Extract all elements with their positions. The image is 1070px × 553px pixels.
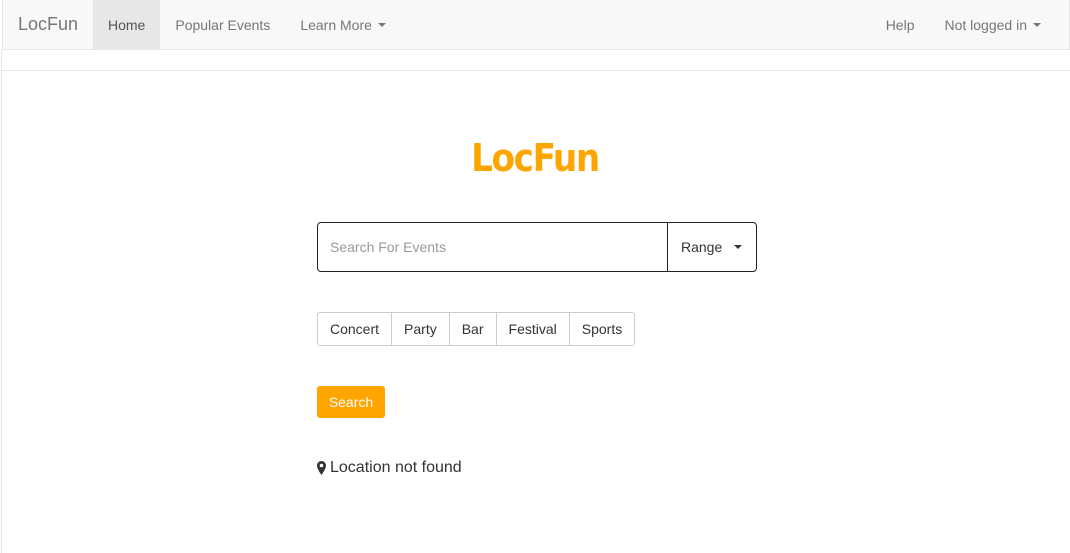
category-button-group: Concert Party Bar Festival Sports [317,312,636,346]
category-button-sports[interactable]: Sports [568,312,636,346]
top-navbar: LocFun Home Popular Events Learn More He… [2,0,1070,50]
nav-item-help[interactable]: Help [871,0,930,49]
chevron-down-icon [1033,22,1041,27]
category-button-concert[interactable]: Concert [317,312,393,346]
nav-item-help-label: Help [885,16,915,33]
navbar-right: Help Not logged in [871,0,1069,49]
navbar-brand[interactable]: LocFun [3,0,93,49]
nav-item-account[interactable]: Not logged in [929,0,1056,49]
search-bar: Range [317,222,757,272]
nav-item-learn-more-label: Learn More [300,16,372,33]
nav-item-account-label: Not logged in [944,16,1027,33]
nav-item-popular-events-label: Popular Events [175,16,271,33]
location-status: Location not found [317,459,462,477]
nav-item-home[interactable]: Home [93,0,161,49]
range-label: Range [681,239,723,255]
map-marker-icon [317,461,326,475]
chevron-down-icon [377,22,386,27]
range-dropdown-button[interactable]: Range [667,223,756,271]
search-input[interactable] [318,223,667,271]
category-button-festival[interactable]: Festival [495,312,570,346]
chevron-down-icon [734,245,743,249]
category-button-party[interactable]: Party [391,312,450,346]
nav-item-popular-events[interactable]: Popular Events [160,0,285,49]
page-left-border [1,50,2,553]
category-button-bar[interactable]: Bar [448,312,497,346]
divider [2,70,1070,71]
nav-item-learn-more[interactable]: Learn More [285,0,401,49]
search-button[interactable]: Search [317,386,385,418]
location-status-text: Location not found [330,459,462,476]
nav-item-home-label: Home [108,16,146,33]
page-logo: LocFun [471,136,600,180]
